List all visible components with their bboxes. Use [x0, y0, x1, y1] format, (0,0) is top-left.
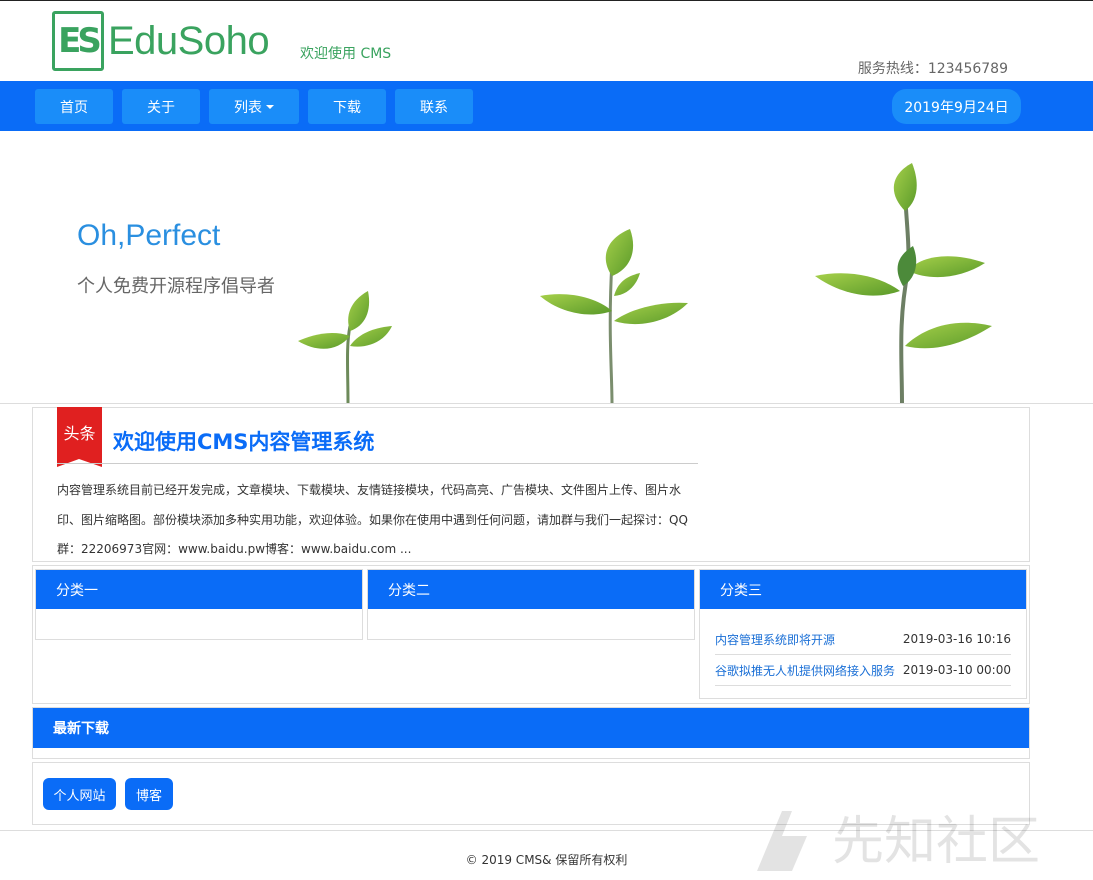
main-nav: 首页 关于 列表 下载 联系 2019年9月24日 — [0, 81, 1093, 131]
list-item: 谷歌拟推无人机提供网络接入服务 2019-03-10 00:00 — [715, 655, 1011, 686]
news-time: 2019-03-16 10:16 — [902, 632, 1011, 646]
category-list — [368, 609, 694, 639]
logo-text: EduSoho — [108, 18, 270, 63]
current-date: 2019年9月24日 — [892, 89, 1021, 124]
category-panel: 分类二 — [367, 569, 695, 640]
news-title-link[interactable]: 内容管理系统即将开源 — [715, 631, 835, 648]
list-item: 内容管理系统即将开源 2019-03-16 10:16 — [715, 624, 1011, 655]
site-slogan: 欢迎使用 CMS — [300, 46, 392, 62]
news-time: 2019-03-10 00:00 — [902, 663, 1011, 677]
nav-item-label: 列表 — [234, 99, 262, 116]
banner-title: Oh,Perfect — [77, 219, 221, 252]
nav-item-download[interactable]: 下载 — [308, 89, 386, 124]
category-section: 分类一 分类二 分类三 内容管理系统即将开源 2019-03-16 10:16 … — [32, 565, 1030, 704]
category-title: 分类三 — [700, 570, 1026, 609]
site-logo[interactable]: ES EduSoho — [52, 11, 270, 71]
headline-article: 头条 欢迎使用CMS内容管理系统 内容管理系统目前已经开发完成，文章模块、下载模… — [32, 407, 1030, 562]
divider — [57, 463, 698, 464]
watermark-logo: 先知社区 — [757, 811, 1040, 872]
nav-item-label: 首页 — [60, 99, 88, 116]
nav-item-label: 关于 — [147, 99, 175, 116]
seedlings-image — [298, 163, 992, 403]
nav-item-home[interactable]: 首页 — [35, 89, 113, 124]
category-title: 分类一 — [36, 570, 362, 609]
category-list: 内容管理系统即将开源 2019-03-16 10:16 谷歌拟推无人机提供网络接… — [700, 609, 1026, 698]
headline-ribbon-badge: 头条 — [57, 407, 102, 467]
hero-banner: Oh,Perfect 个人免费开源程序倡导者 — [0, 131, 1093, 404]
friend-link-blog[interactable]: 博客 — [125, 778, 173, 810]
caret-down-icon — [266, 104, 274, 109]
category-title: 分类二 — [368, 570, 694, 609]
downloads-title: 最新下载 — [33, 708, 1029, 748]
banner-subtitle: 个人免费开源程序倡导者 — [77, 276, 275, 297]
logo-mark: ES — [52, 11, 104, 71]
headline-title-link[interactable]: 欢迎使用CMS内容管理系统 — [113, 426, 374, 456]
nav-item-list-dropdown[interactable]: 列表 — [209, 89, 299, 124]
news-title-link[interactable]: 谷歌拟推无人机提供网络接入服务 — [715, 662, 895, 679]
site-header: ES EduSoho 欢迎使用 CMS 服务热线：123456789 — [0, 1, 1093, 80]
category-panel: 分类一 — [35, 569, 363, 640]
nav-item-about[interactable]: 关于 — [122, 89, 200, 124]
friend-link-personal-site[interactable]: 个人网站 — [43, 778, 116, 810]
nav-item-label: 联系 — [420, 99, 448, 116]
service-hotline: 服务热线：123456789 — [857, 61, 1008, 77]
watermark-text: 先知社区 — [832, 812, 1040, 872]
nav-item-label: 下载 — [333, 99, 361, 116]
nav-item-contact[interactable]: 联系 — [395, 89, 473, 124]
category-list — [36, 609, 362, 639]
latest-downloads: 最新下载 — [32, 707, 1030, 759]
headline-summary: 内容管理系统目前已经开发完成，文章模块、下载模块、友情链接模块，代码高亮、广告模… — [57, 483, 688, 556]
category-panel: 分类三 内容管理系统即将开源 2019-03-16 10:16 谷歌拟推无人机提… — [699, 569, 1027, 699]
